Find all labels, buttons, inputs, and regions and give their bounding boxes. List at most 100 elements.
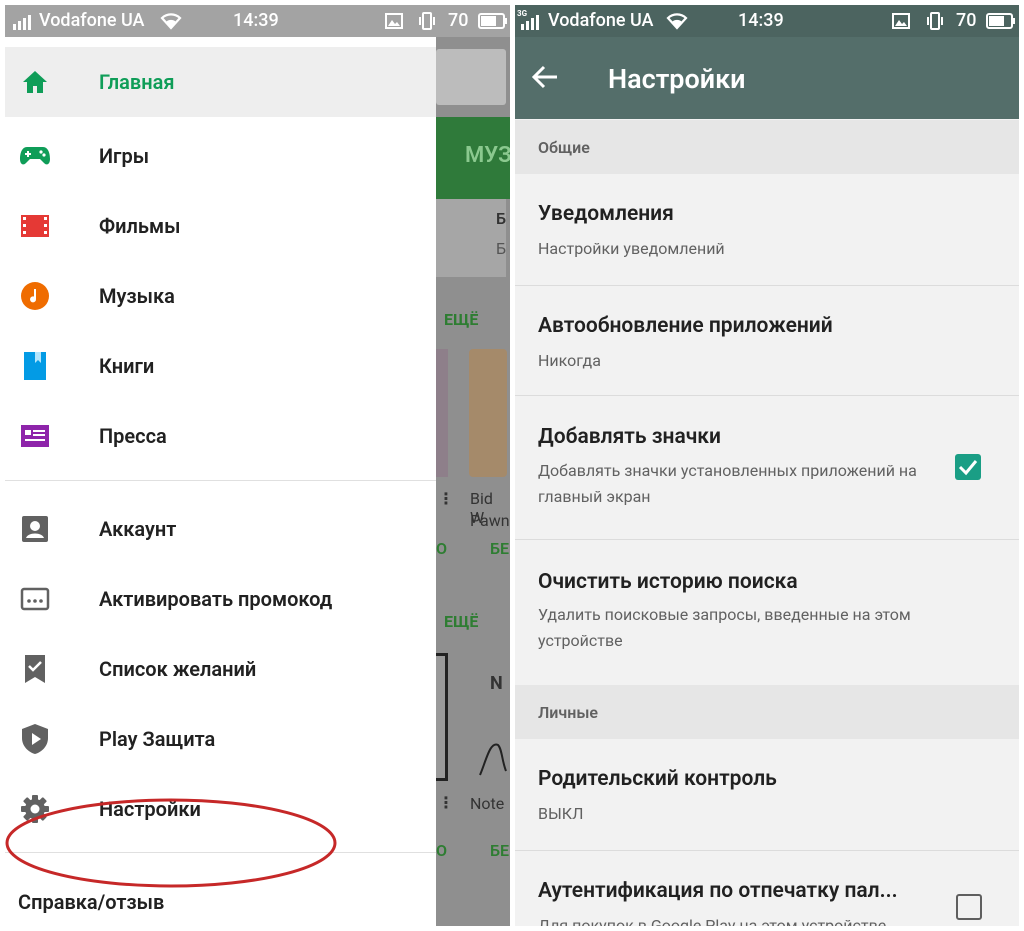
drawer-item-label: Активировать промокод [99, 587, 333, 611]
page-title: Настройки [608, 63, 746, 95]
drawer-item-label: Музыка [99, 284, 175, 308]
battery-level: 70 [448, 10, 469, 31]
music-icon [19, 280, 51, 312]
newsstand-icon [19, 420, 51, 452]
book-icon [19, 350, 51, 382]
highlight-circle [5, 798, 337, 888]
setting-title: Автообновление приложений [538, 314, 833, 338]
setting-auto-update[interactable]: Автообновление приложений Никогда [515, 286, 1019, 396]
background-app-art [479, 743, 507, 776]
account-icon [19, 513, 51, 545]
fingerprint-auth-checkbox[interactable] [956, 894, 982, 920]
drawer-item-label: Книги [99, 354, 155, 378]
clock: 14:39 [233, 10, 279, 31]
left-screen: Vodafone UA 14:39 70 МУЗ Б Б ЕЩЁ ⋮ Bid W… [5, 5, 510, 926]
add-icons-checkbox[interactable] [955, 454, 981, 480]
background-app-art [469, 349, 507, 477]
vibrate-icon [927, 12, 943, 30]
home-icon [19, 66, 51, 98]
background-more-link: ЕЩЁ [444, 310, 479, 329]
setting-notifications[interactable]: Уведомления Настройки уведомлений [515, 174, 1019, 286]
drawer-item-newsstand[interactable]: Пресса [5, 401, 436, 471]
status-bar: Vodafone UA 14:39 70 [5, 5, 510, 37]
background-play-store[interactable]: МУЗ Б Б ЕЩЁ ⋮ Bid W Pawn О БЕ ЕЩЁ N ⋮ No… [436, 37, 510, 926]
section-header-label: Общие [538, 138, 590, 157]
background-overflow-icon: ⋮ [438, 793, 454, 812]
setting-title: Уведомления [538, 202, 674, 226]
background-free-label: БЕ [490, 539, 510, 558]
back-arrow-icon[interactable] [531, 63, 559, 91]
setting-summary: Настройки уведомлений [538, 239, 725, 258]
background-free-label: БЕ [490, 841, 510, 860]
battery-icon [478, 13, 507, 29]
background-card-letter: Б [496, 239, 507, 258]
setting-summary: Добавлять значки установленных приложени… [538, 461, 917, 506]
background-tab-bar: МУЗ [436, 117, 510, 199]
drawer-item-account[interactable]: Аккаунт [5, 494, 436, 564]
drawer-item-label: Главная [99, 70, 175, 94]
right-screen: 3G Vodafone UA 14:39 70 Настройки Общие … [515, 5, 1019, 926]
background-tab-label: МУЗ [465, 143, 510, 168]
drawer-item-games[interactable]: Игры [5, 121, 436, 191]
drawer-item-movies[interactable]: Фильмы [5, 191, 436, 261]
background-card-letter: О [436, 539, 448, 558]
drawer-divider [5, 480, 436, 481]
wifi-icon [666, 13, 688, 30]
setting-summary: Удалить поисковые запросы, введенные на … [538, 605, 911, 650]
setting-summary: Никогда [538, 351, 601, 370]
background-app-title: Pawn [470, 511, 510, 530]
drawer-item-music[interactable]: Музыка [5, 261, 436, 331]
drawer-item-label: Фильмы [99, 214, 181, 238]
battery-level: 70 [956, 10, 977, 31]
background-more-link: ЕЩЁ [444, 612, 479, 631]
wifi-icon [160, 13, 182, 30]
setting-title: Добавлять значки [538, 425, 721, 449]
app-toolbar: Настройки [515, 37, 1019, 119]
drawer-item-label: Аккаунт [99, 517, 177, 541]
section-header-general: Общие [515, 120, 1019, 174]
image-notification-icon [385, 13, 403, 29]
background-card-letter: Б [496, 209, 507, 228]
background-overflow-icon: ⋮ [438, 489, 454, 508]
wishlist-icon [19, 653, 51, 685]
clock: 14:39 [738, 10, 784, 31]
carrier-label: Vodafone UA [548, 10, 654, 31]
shield-play-icon [19, 723, 51, 755]
background-card-letter: N [490, 673, 503, 694]
setting-add-icons[interactable]: Добавлять значки Добавлять значки устано… [515, 396, 1019, 540]
drawer-item-label: Список желаний [99, 657, 257, 681]
drawer-item-play-protect[interactable]: Play Защита [5, 704, 436, 774]
setting-fingerprint-auth[interactable]: Аутентификация по отпечатку пал... Для п… [515, 851, 1019, 926]
promo-code-icon [19, 583, 51, 615]
drawer-item-books[interactable]: Книги [5, 331, 436, 401]
drawer-item-label: Play Защита [99, 727, 216, 751]
vibrate-icon [419, 12, 435, 30]
drawer-item-label: Игры [99, 144, 150, 168]
background-search-bar [436, 49, 506, 105]
setting-title: Родительский контроль [538, 767, 777, 791]
drawer-item-redeem[interactable]: Активировать промокод [5, 564, 436, 634]
background-app-title: Note [470, 794, 505, 813]
checkmark-icon [958, 460, 978, 476]
setting-summary: ВЫКЛ [538, 804, 584, 823]
setting-clear-search-history[interactable]: Очистить историю поиска Удалить поисковы… [515, 540, 1019, 685]
help-feedback-link[interactable]: Справка/отзыв [18, 890, 164, 914]
setting-title: Аутентификация по отпечатку пал... [538, 879, 898, 903]
setting-summary: Для покупок в Google Play на этом устрой… [538, 916, 887, 926]
background-app-art [436, 653, 448, 781]
navigation-drawer: Главная Игры Фильмы Музыка Книги Пресса … [5, 37, 436, 926]
background-app-art [436, 349, 448, 477]
gamepad-icon [19, 140, 51, 172]
signal-icon [13, 15, 31, 30]
background-card-letter: О [436, 841, 448, 860]
setting-parental-controls[interactable]: Родительский контроль ВЫКЛ [515, 739, 1019, 851]
section-header-personal: Личные [515, 685, 1019, 739]
image-notification-icon [892, 13, 910, 29]
status-bar: 3G Vodafone UA 14:39 70 [515, 5, 1019, 37]
drawer-item-wishlist[interactable]: Список желаний [5, 634, 436, 704]
film-icon [19, 210, 51, 242]
carrier-label: Vodafone UA [39, 10, 145, 31]
drawer-item-home[interactable]: Главная [5, 47, 436, 117]
section-header-label: Личные [538, 703, 598, 722]
battery-icon [986, 13, 1015, 29]
